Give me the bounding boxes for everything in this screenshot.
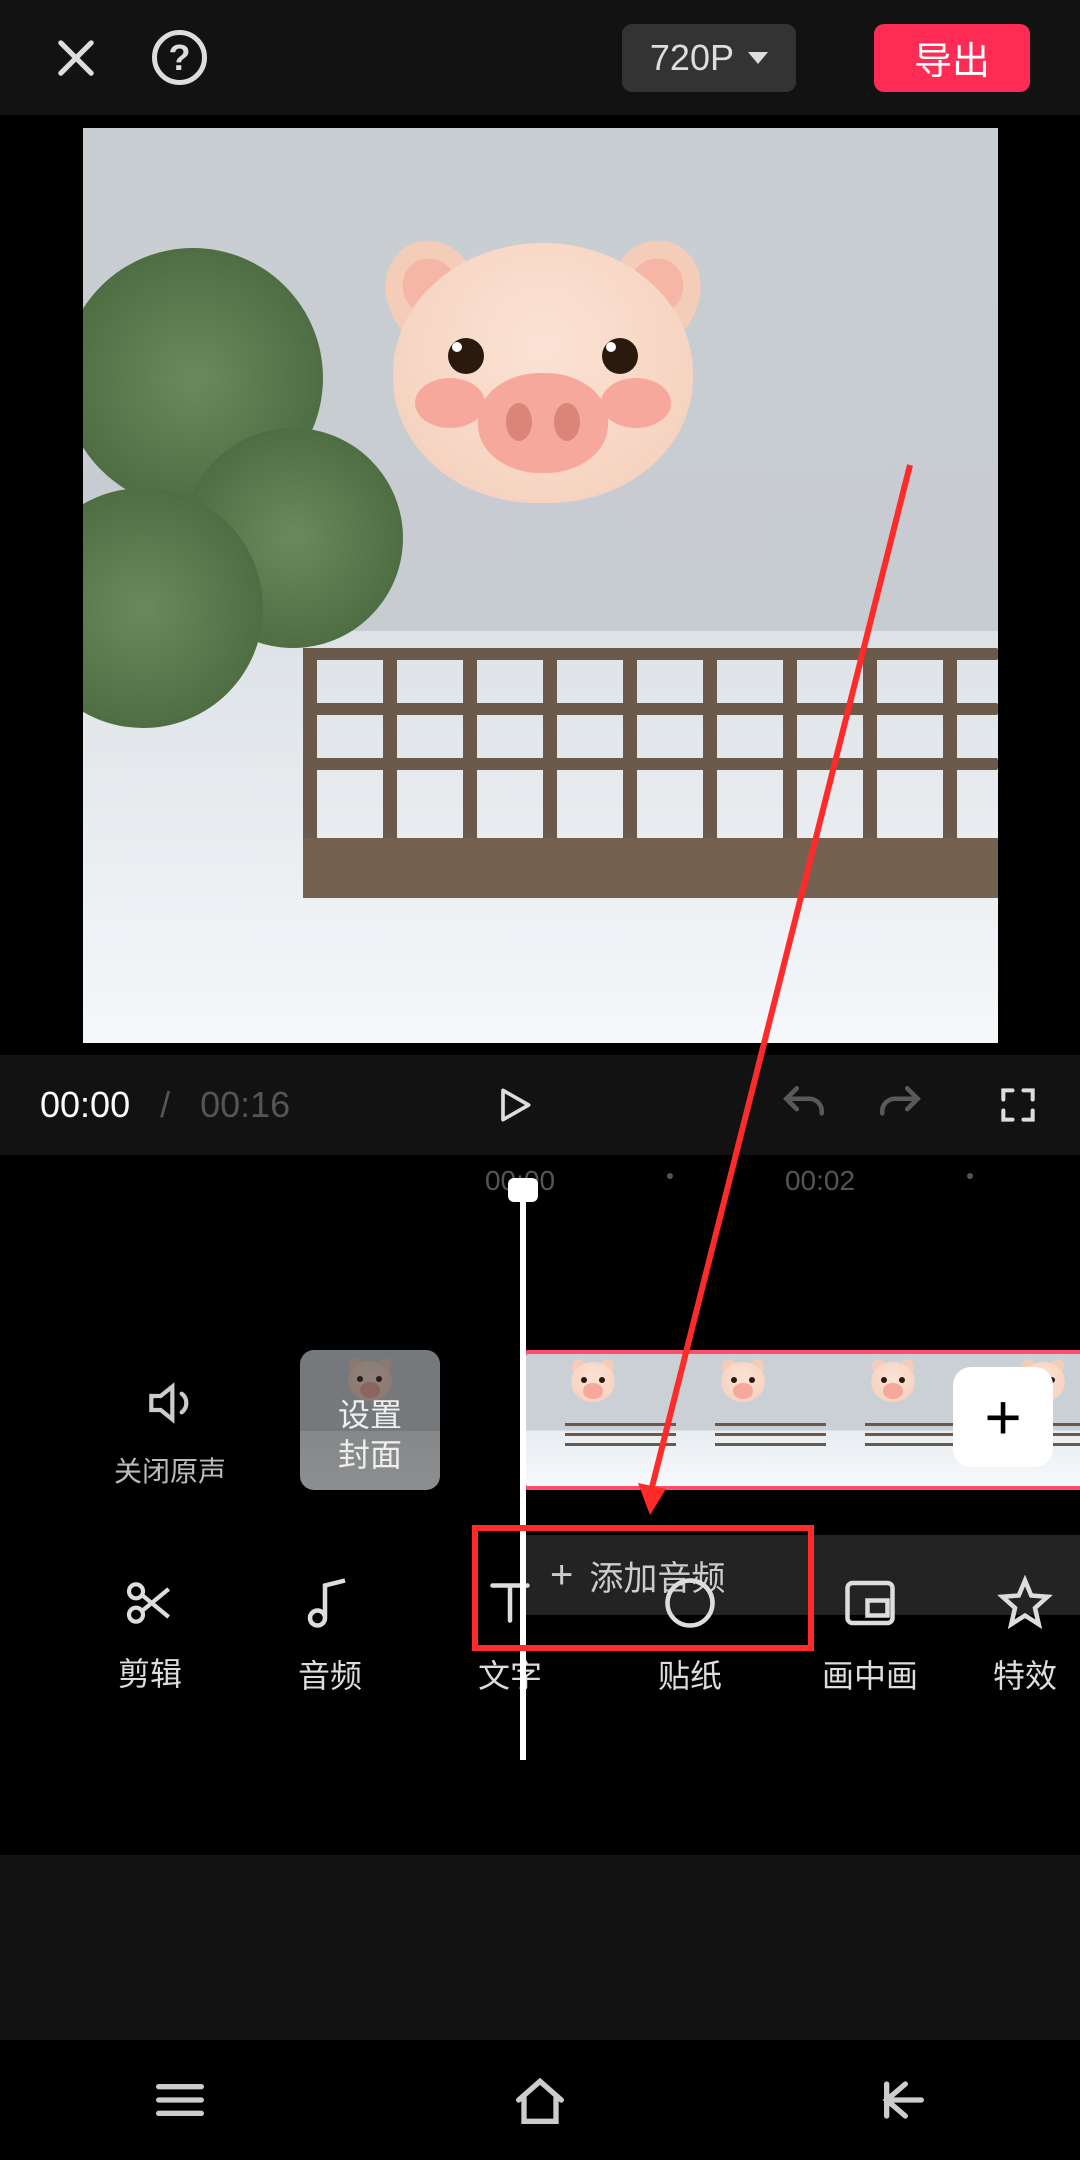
- star-icon: [995, 1573, 1055, 1633]
- bottom-toolbar: 剪辑 音频 文字 贴纸 画中画 特效: [0, 1545, 1080, 1725]
- clip-frame: [676, 1354, 826, 1486]
- time-current: 00:00: [40, 1084, 130, 1126]
- tool-label: 文字: [420, 1651, 600, 1697]
- add-clip-button[interactable]: +: [953, 1367, 1053, 1467]
- ruler-dot: [967, 1173, 973, 1179]
- text-icon: [480, 1573, 540, 1633]
- set-cover-button[interactable]: 设置 封面: [300, 1350, 440, 1490]
- tool-label: 特效: [960, 1651, 1080, 1697]
- tool-label: 画中画: [780, 1651, 960, 1697]
- scene-fence: [303, 648, 998, 838]
- play-icon[interactable]: [492, 1083, 536, 1127]
- undo-icon[interactable]: [778, 1080, 828, 1130]
- tool-audio[interactable]: 音频: [240, 1573, 420, 1697]
- pip-icon: [840, 1573, 900, 1633]
- resolution-button[interactable]: 720P: [622, 24, 796, 92]
- tool-label: 贴纸: [600, 1651, 780, 1697]
- clip-frame: [526, 1354, 676, 1486]
- tool-sticker[interactable]: 贴纸: [600, 1573, 780, 1697]
- tool-edit[interactable]: 剪辑: [60, 1575, 240, 1695]
- plus-icon: +: [984, 1385, 1021, 1449]
- nav-home-icon[interactable]: [508, 2068, 572, 2132]
- nav-recent-icon[interactable]: [148, 2068, 212, 2132]
- mute-label: 关闭原声: [110, 1450, 230, 1490]
- top-bar: ? 720P 导出: [0, 0, 1080, 115]
- ruler-tick: 00:02: [785, 1165, 855, 1197]
- resolution-label: 720P: [650, 37, 734, 79]
- tool-label: 音频: [240, 1651, 420, 1697]
- chevron-down-icon: [748, 52, 768, 64]
- tool-label: 剪辑: [60, 1649, 240, 1695]
- system-navbar: [0, 2040, 1080, 2160]
- video-viewport[interactable]: [83, 128, 998, 1043]
- fullscreen-icon[interactable]: [956, 1083, 1040, 1127]
- scissors-icon: [122, 1575, 178, 1631]
- time-separator: /: [160, 1084, 170, 1126]
- preview-area: [0, 115, 1080, 1055]
- time-ruler[interactable]: 00:00 00:02: [0, 1165, 1080, 1205]
- speaker-icon: [142, 1375, 198, 1431]
- tool-text[interactable]: 文字: [420, 1573, 600, 1697]
- timeline-area[interactable]: 00:00 00:02 关闭原声 设置 封面 + + 添加: [0, 1155, 1080, 1855]
- playhead[interactable]: [520, 1190, 526, 1760]
- playback-bar: 00:00 / 00:16: [0, 1055, 1080, 1155]
- music-note-icon: [300, 1573, 360, 1633]
- pig-sticker[interactable]: [393, 243, 693, 503]
- time-total: 00:16: [200, 1084, 290, 1126]
- sticker-icon: [660, 1573, 720, 1633]
- scene-deck: [303, 838, 998, 898]
- mute-button[interactable]: 关闭原声: [110, 1375, 230, 1490]
- close-icon[interactable]: [50, 32, 102, 84]
- redo-icon[interactable]: [876, 1080, 926, 1130]
- tool-pip[interactable]: 画中画: [780, 1573, 960, 1697]
- nav-back-icon[interactable]: [868, 2068, 932, 2132]
- help-icon[interactable]: ?: [152, 30, 207, 85]
- tool-effect[interactable]: 特效: [960, 1573, 1080, 1697]
- export-button[interactable]: 导出: [874, 24, 1030, 92]
- ruler-dot: [667, 1173, 673, 1179]
- export-label: 导出: [914, 30, 990, 85]
- set-cover-label: 设置 封面: [300, 1395, 440, 1475]
